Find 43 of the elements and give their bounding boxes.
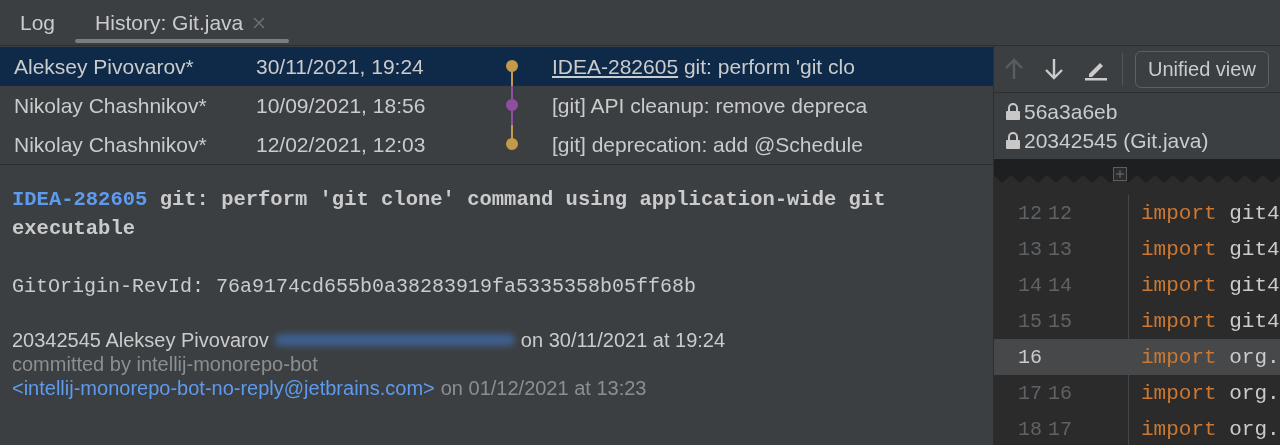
date-cell-text: 12/02/2021, 12:03 [256,132,427,157]
tab[interactable]: Log [0,0,76,45]
line-number: 14 [1048,273,1073,297]
line-number: 13 [1048,237,1073,261]
commit-row[interactable]: Nikolay Chashnikov* 12/02/2021, 12:03 [git] deprecation: add @Schedule [0,125,993,164]
code-line: import org. [1128,411,1280,445]
tab[interactable]: History: Git.java [75,0,290,45]
revision-label: 20342545 (Git.java) [1024,128,1209,154]
down-arrow-icon[interactable] [1044,57,1064,81]
committer-email-link[interactable]: <intellij-monorepo-bot-no-reply@jetbrains.com> [12,376,435,400]
commit-row[interactable]: Aleksey Pivovarov* 30/11/2021, 19:24 IDEA-282605 git: perform 'git clo [0,47,993,86]
authored-date: on 30/11/2021 at 19:24 [520,328,726,352]
issue-link[interactable]: IDEA-282605 [552,54,679,78]
author-cell-text: Nikolay Chashnikov* [13,93,208,118]
code-line: import org. [1128,375,1280,411]
author-cell-text: Aleksey Pivovarov* [13,54,195,79]
commit-message: IDEA-282605 git: perform 'git clo [552,54,855,79]
lock-icon [1006,103,1020,120]
code-line: import org. [1128,339,1280,375]
line-number: 17 [1048,417,1073,441]
commit-message: [git] deprecation: add @Schedule [552,132,863,157]
committed-date: on 01/12/2021 at 13:23 [440,376,647,400]
expand-icon[interactable] [1113,167,1127,181]
date-cell-text: 10/09/2021, 18:56 [256,93,427,118]
code-line: import git4 [1128,267,1280,303]
close-icon[interactable] [253,16,266,29]
date-cell-text: 30/11/2021, 19:24 [256,54,425,79]
commit-message: [git] API cleanup: remove depreca [552,93,868,118]
line-number: 15 [1048,309,1073,333]
code-line: import git4 [1128,195,1280,231]
commit-author: 20342545 Aleksey Pivovarov [12,328,269,352]
author-cell-text: Nikolay Chashnikov* [13,132,208,157]
view-mode-dropdown[interactable]: Unified view [1135,50,1269,88]
commit-row[interactable]: Nikolay Chashnikov* 10/09/2021, 18:56 [git] API cleanup: remove depreca [0,86,993,125]
line-number: 16 [1048,381,1073,405]
commit-body: GitOrigin-RevId: 76a9174cd655b0a38283919fa5335358b05ff68b [12,274,698,300]
line-number: 12 [1048,201,1073,225]
commit-subject: IDEA-282605 git: perform 'git clone' command using application-wide git executable [12,187,887,242]
code-line: import git4 [1128,231,1280,267]
issue-link[interactable]: IDEA-282605 [12,188,148,211]
committer: committed by intellij-monorepo-bot [12,352,318,376]
revision-label: 56a3a6eb [1024,99,1118,125]
lock-icon [1006,132,1020,149]
